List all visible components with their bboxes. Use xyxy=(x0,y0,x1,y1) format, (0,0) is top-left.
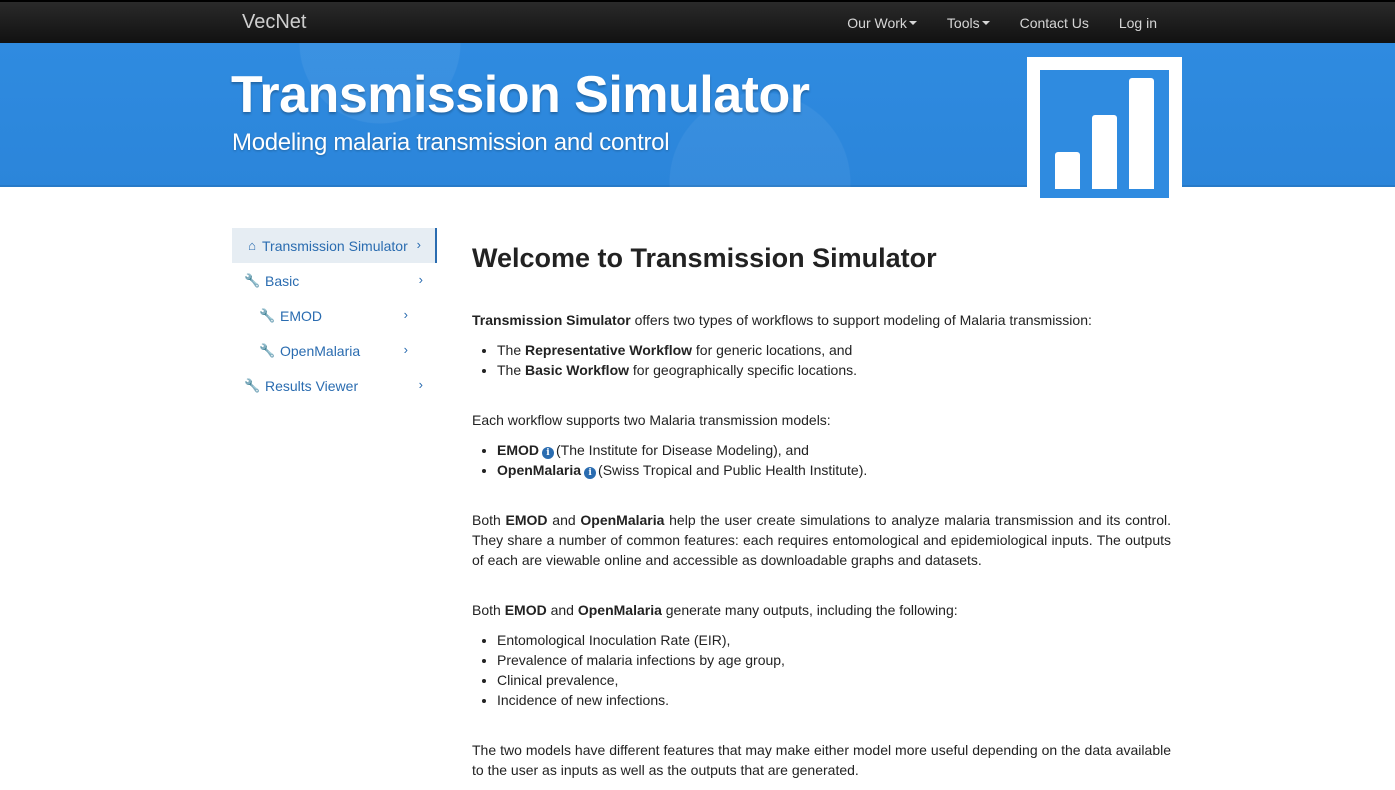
wrench-icon: 🔧 xyxy=(244,377,261,393)
banner-subtitle: Modeling malaria transmission and contro… xyxy=(232,129,670,156)
hero-banner: Transmission Simulator Modeling malaria … xyxy=(0,43,1395,187)
logo-bar-tall xyxy=(1129,78,1154,189)
list-item: The Representative Workflow for generic … xyxy=(497,340,1171,360)
nav-our-work-label: Our Work xyxy=(847,14,907,31)
sidebar-item-label: EMOD xyxy=(280,307,322,324)
paragraph-text: offers two types of workflows to support… xyxy=(630,312,1092,328)
paragraph-text: Both xyxy=(472,512,506,528)
nav-our-work[interactable]: Our Work xyxy=(847,15,917,31)
sidebar-item-basic[interactable]: 🔧 Basic › xyxy=(232,263,437,298)
info-icon[interactable]: i xyxy=(584,467,597,479)
bold-term: EMOD xyxy=(504,602,547,618)
paragraph-text: and xyxy=(547,512,581,528)
list-text: for geographically specific locations. xyxy=(629,362,858,378)
wrench-icon: 🔧 xyxy=(244,272,261,288)
bold-term: OpenMalaria xyxy=(580,512,665,528)
outputs-paragraph: Both EMOD and OpenMalaria generate many … xyxy=(472,600,1171,620)
bold-term: EMOD xyxy=(497,442,539,458)
bold-term: OpenMalaria xyxy=(497,462,582,478)
list-item: Entomological Inoculation Rate (EIR), xyxy=(497,630,1171,650)
bold-term: OpenMalaria xyxy=(577,602,662,618)
list-text: The xyxy=(497,342,526,358)
main-content: Welcome to Transmission Simulator Transm… xyxy=(472,240,1171,790)
caret-down-icon xyxy=(908,21,917,25)
nav-log-in[interactable]: Log in xyxy=(1119,15,1157,31)
sidebar-item-transmission-simulator[interactable]: ⌂ Transmission Simulator › xyxy=(232,228,437,263)
bold-term: Basic Workflow xyxy=(525,362,630,378)
comparison-paragraph: The two models have different features t… xyxy=(472,742,1171,778)
wrench-icon: 🔧 xyxy=(259,307,276,323)
workflow-list: The Representative Workflow for generic … xyxy=(472,340,1171,380)
logo-bar-medium xyxy=(1092,115,1117,189)
bold-term: Transmission Simulator xyxy=(472,312,631,328)
list-item: Clinical prevalence, xyxy=(497,670,1171,690)
list-item: OpenMalariai(Swiss Tropical and Public H… xyxy=(497,460,1171,480)
bold-term: Representative Workflow xyxy=(525,342,693,358)
chevron-right-icon: › xyxy=(416,237,421,252)
features-paragraph: Both EMOD and OpenMalaria help the user … xyxy=(472,510,1171,570)
list-item: The Basic Workflow for geographically sp… xyxy=(497,360,1171,380)
info-icon[interactable]: i xyxy=(542,447,554,459)
caret-down-icon xyxy=(981,21,990,25)
chevron-right-icon: › xyxy=(418,377,423,392)
list-item: Prevalence of malaria infections by age … xyxy=(497,650,1171,670)
sidebar-item-label: OpenMalaria xyxy=(280,342,361,359)
banner-title: Transmission Simulator xyxy=(231,66,810,124)
list-item: EMODi(The Institute for Disease Modeling… xyxy=(497,440,1171,460)
sidebar-item-label: Results Viewer xyxy=(265,377,359,394)
list-text: (The Institute for Disease Modeling), an… xyxy=(556,442,809,458)
bold-term: EMOD xyxy=(505,512,548,528)
sidebar-item-label: Basic xyxy=(265,272,300,289)
sidebar-item-label: Transmission Simulator xyxy=(262,237,408,254)
paragraph-text: and xyxy=(546,602,578,618)
models-paragraph: Each workflow supports two Malaria trans… xyxy=(472,412,831,428)
sidebar-item-openmalaria[interactable]: 🔧 OpenMalaria › xyxy=(232,333,437,368)
nav-tools-label: Tools xyxy=(946,14,980,31)
logo-background xyxy=(1040,70,1169,198)
intro-paragraph: Transmission Simulator offers two types … xyxy=(472,310,1171,330)
chevron-right-icon: › xyxy=(403,342,408,357)
top-navbar: VecNet Our Work Tools Contact Us Log in xyxy=(0,0,1395,43)
list-text: for generic locations, and xyxy=(692,342,853,358)
page-title: Welcome to Transmission Simulator xyxy=(472,243,937,273)
nav-contact-us[interactable]: Contact Us xyxy=(1020,15,1089,31)
chevron-right-icon: › xyxy=(403,307,408,322)
sidebar-item-results-viewer[interactable]: 🔧 Results Viewer › xyxy=(232,368,437,403)
paragraph-text: generate many outputs, including the fol… xyxy=(661,602,958,618)
chevron-right-icon: › xyxy=(418,272,423,287)
outputs-list: Entomological Inoculation Rate (EIR), Pr… xyxy=(472,630,1171,710)
list-text: (Swiss Tropical and Public Health Instit… xyxy=(598,462,868,478)
home-icon: ⌂ xyxy=(248,238,256,253)
list-text: The xyxy=(497,362,526,378)
sidebar-nav: ⌂ Transmission Simulator › 🔧 Basic › 🔧 E… xyxy=(232,228,437,403)
sidebar-item-emod[interactable]: 🔧 EMOD › xyxy=(232,298,437,333)
nav-tools[interactable]: Tools xyxy=(947,15,990,31)
paragraph-text: Both xyxy=(472,602,505,618)
nav-links: Our Work Tools Contact Us Log in xyxy=(817,2,1157,43)
model-list: EMODi(The Institute for Disease Modeling… xyxy=(472,440,1171,480)
list-item: Incidence of new infections. xyxy=(497,690,1171,710)
logo-bar-short xyxy=(1055,152,1080,189)
bar-chart-icon xyxy=(1027,57,1182,199)
wrench-icon: 🔧 xyxy=(259,342,276,358)
brand-link[interactable]: VecNet xyxy=(242,11,306,34)
